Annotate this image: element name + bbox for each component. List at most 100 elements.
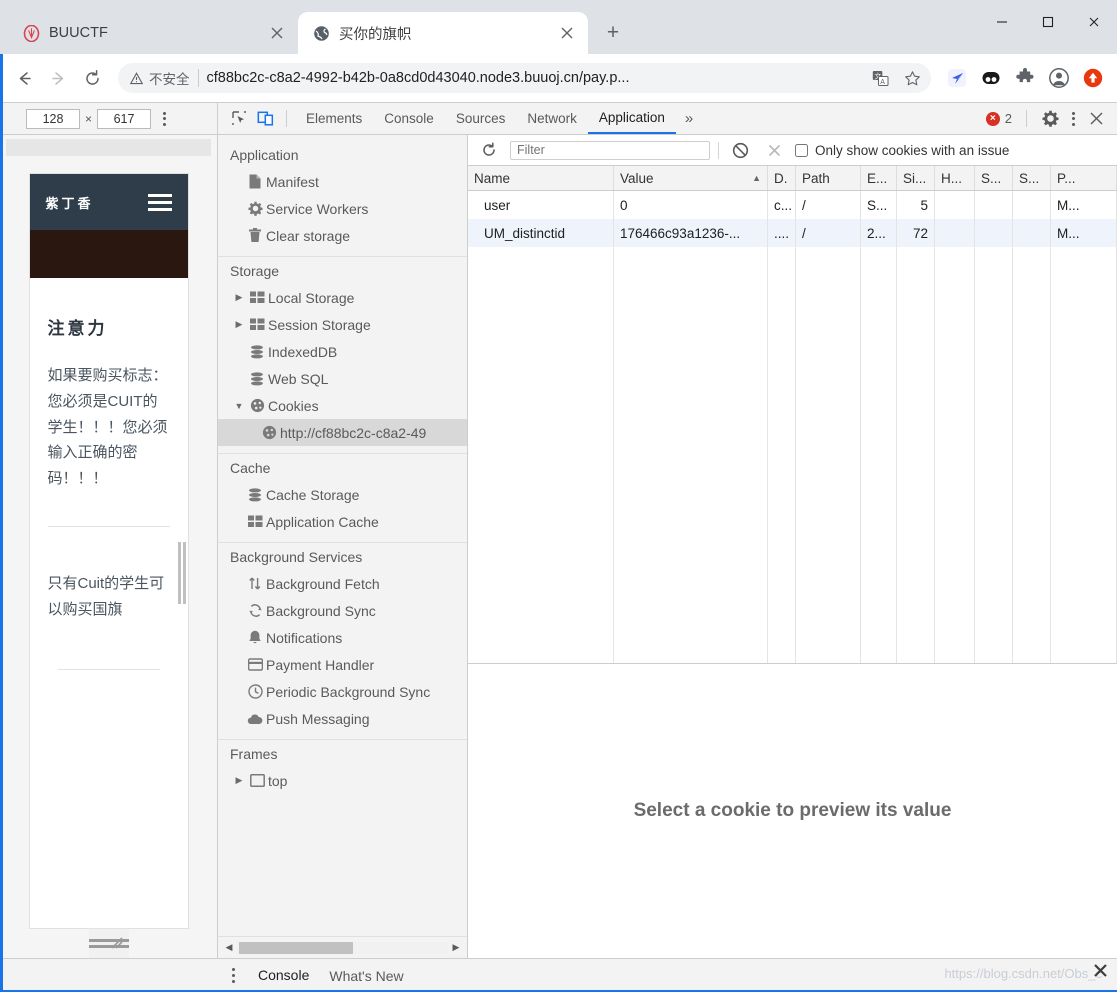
tab-console[interactable]: Console xyxy=(373,103,445,134)
divider xyxy=(198,69,199,87)
chevron-down-icon[interactable]: ▼ xyxy=(232,401,246,411)
tab-network[interactable]: Network xyxy=(516,103,588,134)
table-row[interactable]: UM_distinctid 176466c93a1236-... .... / … xyxy=(468,219,1117,247)
column-header-expires[interactable]: E... xyxy=(861,166,897,190)
browser-tab-active[interactable]: 买你的旗帜 xyxy=(298,12,588,54)
kebab-menu-icon[interactable] xyxy=(1065,106,1081,132)
column-header-domain[interactable]: D. xyxy=(768,166,796,190)
inspect-element-icon[interactable] xyxy=(226,106,252,132)
translate-icon[interactable]: 文 A xyxy=(867,65,893,91)
sidebar-item-periodic-background-sync[interactable]: Periodic Background Sync xyxy=(218,678,467,705)
close-icon[interactable] xyxy=(266,22,288,44)
panda-extension-icon[interactable] xyxy=(976,63,1006,93)
sidebar-item-clear-storage[interactable]: Clear storage xyxy=(218,222,467,249)
drawer-tab-console[interactable]: Console xyxy=(248,959,319,992)
device-height-input[interactable]: 617 xyxy=(97,109,151,129)
sidebar-item-manifest[interactable]: Manifest xyxy=(218,168,467,195)
gear-icon[interactable] xyxy=(1037,106,1063,132)
address-bar[interactable]: 不安全 cf88bc2c-c8a2-4992-b42b-0a8cd0d43040… xyxy=(118,63,931,93)
device-resize-bar[interactable] xyxy=(89,928,129,958)
kebab-menu-icon[interactable] xyxy=(218,968,248,983)
minimize-icon[interactable] xyxy=(979,0,1025,44)
error-count-badge[interactable]: × 2 xyxy=(986,111,1016,126)
scroll-left-arrow-icon[interactable]: ◀ xyxy=(221,942,237,953)
sidebar-item-background-sync[interactable]: Background Sync xyxy=(218,597,467,624)
column-header-samesite[interactable]: S... xyxy=(1013,166,1051,190)
cell-size: 72 xyxy=(897,219,935,247)
sidebar-item-application-cache[interactable]: Application Cache xyxy=(218,508,467,535)
reload-icon[interactable] xyxy=(76,62,108,94)
block-icon[interactable] xyxy=(727,137,753,163)
sidebar-horizontal-scrollbar[interactable]: ◀ ▶ xyxy=(218,936,467,958)
cell-path: / xyxy=(796,191,861,219)
device-toolbar-icon[interactable] xyxy=(252,106,278,132)
sidebar-item-frame-top[interactable]: ▶ top xyxy=(218,767,467,794)
hamburger-menu-icon[interactable] xyxy=(148,194,172,211)
drawer-tab-whats-new[interactable]: What's New xyxy=(319,959,413,992)
maximize-icon[interactable] xyxy=(1025,0,1071,44)
close-icon[interactable] xyxy=(1071,0,1117,44)
sidebar-item-background-fetch[interactable]: Background Fetch xyxy=(218,570,467,597)
close-icon[interactable] xyxy=(556,22,578,44)
column-header-path[interactable]: Path xyxy=(796,166,861,190)
cell-name: UM_distinctid xyxy=(468,219,614,247)
document-icon xyxy=(244,174,266,189)
buuctf-logo-icon xyxy=(22,24,40,42)
close-icon[interactable] xyxy=(1083,106,1109,132)
forward-arrow-icon[interactable] xyxy=(42,62,74,94)
chevron-right-icon[interactable]: ▶ xyxy=(232,775,246,786)
column-header-priority[interactable]: P... xyxy=(1051,166,1117,190)
scroll-right-arrow-icon[interactable]: ▶ xyxy=(448,942,464,953)
corner-resize-icon[interactable] xyxy=(109,935,123,952)
bird-extension-icon[interactable] xyxy=(942,63,972,93)
back-arrow-icon[interactable] xyxy=(8,62,40,94)
filter-input-wrap[interactable] xyxy=(510,141,710,160)
security-warning[interactable]: 不安全 xyxy=(130,68,190,88)
cell-name: user xyxy=(468,191,614,219)
column-header-secure[interactable]: S... xyxy=(975,166,1013,190)
tab-application[interactable]: Application xyxy=(588,103,676,134)
sidebar-item-session-storage[interactable]: ▶ Session Storage xyxy=(218,311,467,338)
device-preview-column: 紫丁香 注意力 如果要购买标志：您必须是CUIT的学生！！！您必须输入正确的密码… xyxy=(0,135,218,958)
column-header-size[interactable]: Si... xyxy=(897,166,935,190)
sidebar-item-cookie-origin[interactable]: http://cf88bc2c-c8a2-49 xyxy=(218,419,467,446)
new-tab-button[interactable]: + xyxy=(596,16,630,50)
device-width-input[interactable]: 128 xyxy=(26,109,80,129)
security-label: 不安全 xyxy=(149,68,190,88)
sidebar-item-cookies[interactable]: ▼ Cookies xyxy=(218,392,467,419)
sidebar-item-push-messaging[interactable]: Push Messaging xyxy=(218,705,467,732)
table-row[interactable]: user 0 c... / S... 5 M... xyxy=(468,191,1117,219)
sidebar-item-local-storage[interactable]: ▶ Local Storage xyxy=(218,284,467,311)
delete-cookie-icon[interactable] xyxy=(761,137,787,163)
scrollbar-thumb[interactable] xyxy=(239,942,353,954)
page-paragraph-2: 只有Cuit的学生可以购买国旗 xyxy=(48,571,170,623)
page-scrollbar[interactable] xyxy=(178,542,186,604)
sidebar-item-payment-handler[interactable]: Payment Handler xyxy=(218,651,467,678)
chevron-right-icon[interactable]: ▶ xyxy=(232,292,246,303)
sidebar-item-cache-storage[interactable]: Cache Storage xyxy=(218,481,467,508)
sidebar-item-service-workers[interactable]: Service Workers xyxy=(218,195,467,222)
scrollbar-track[interactable] xyxy=(237,942,448,954)
sidebar-item-notifications[interactable]: Notifications xyxy=(218,624,467,651)
tab-elements[interactable]: Elements xyxy=(295,103,373,134)
column-header-name[interactable]: Name xyxy=(468,166,614,190)
more-tabs-icon[interactable]: » xyxy=(676,103,702,134)
chevron-right-icon[interactable]: ▶ xyxy=(232,319,246,330)
profile-avatar-icon[interactable] xyxy=(1044,63,1074,93)
column-header-httponly[interactable]: H... xyxy=(935,166,975,190)
sidebar-item-web-sql[interactable]: ▶ Web SQL xyxy=(218,365,467,392)
star-icon[interactable] xyxy=(899,65,925,91)
cookie-icon xyxy=(258,425,280,440)
refresh-icon[interactable] xyxy=(476,137,502,163)
update-icon[interactable] xyxy=(1078,63,1108,93)
filter-input[interactable] xyxy=(517,143,703,157)
sidebar-item-indexeddb[interactable]: ▶ IndexedDB xyxy=(218,338,467,365)
puzzle-extension-icon[interactable] xyxy=(1010,63,1040,93)
kebab-menu-icon[interactable] xyxy=(156,112,172,126)
only-issues-checkbox[interactable] xyxy=(795,144,808,157)
browser-tab-buuctf[interactable]: BUUCTF xyxy=(8,12,298,54)
column-header-value[interactable]: Value ▲ xyxy=(614,166,768,190)
sync-icon xyxy=(244,603,266,618)
only-issues-checkbox-row[interactable]: Only show cookies with an issue xyxy=(795,143,1009,158)
tab-sources[interactable]: Sources xyxy=(445,103,517,134)
